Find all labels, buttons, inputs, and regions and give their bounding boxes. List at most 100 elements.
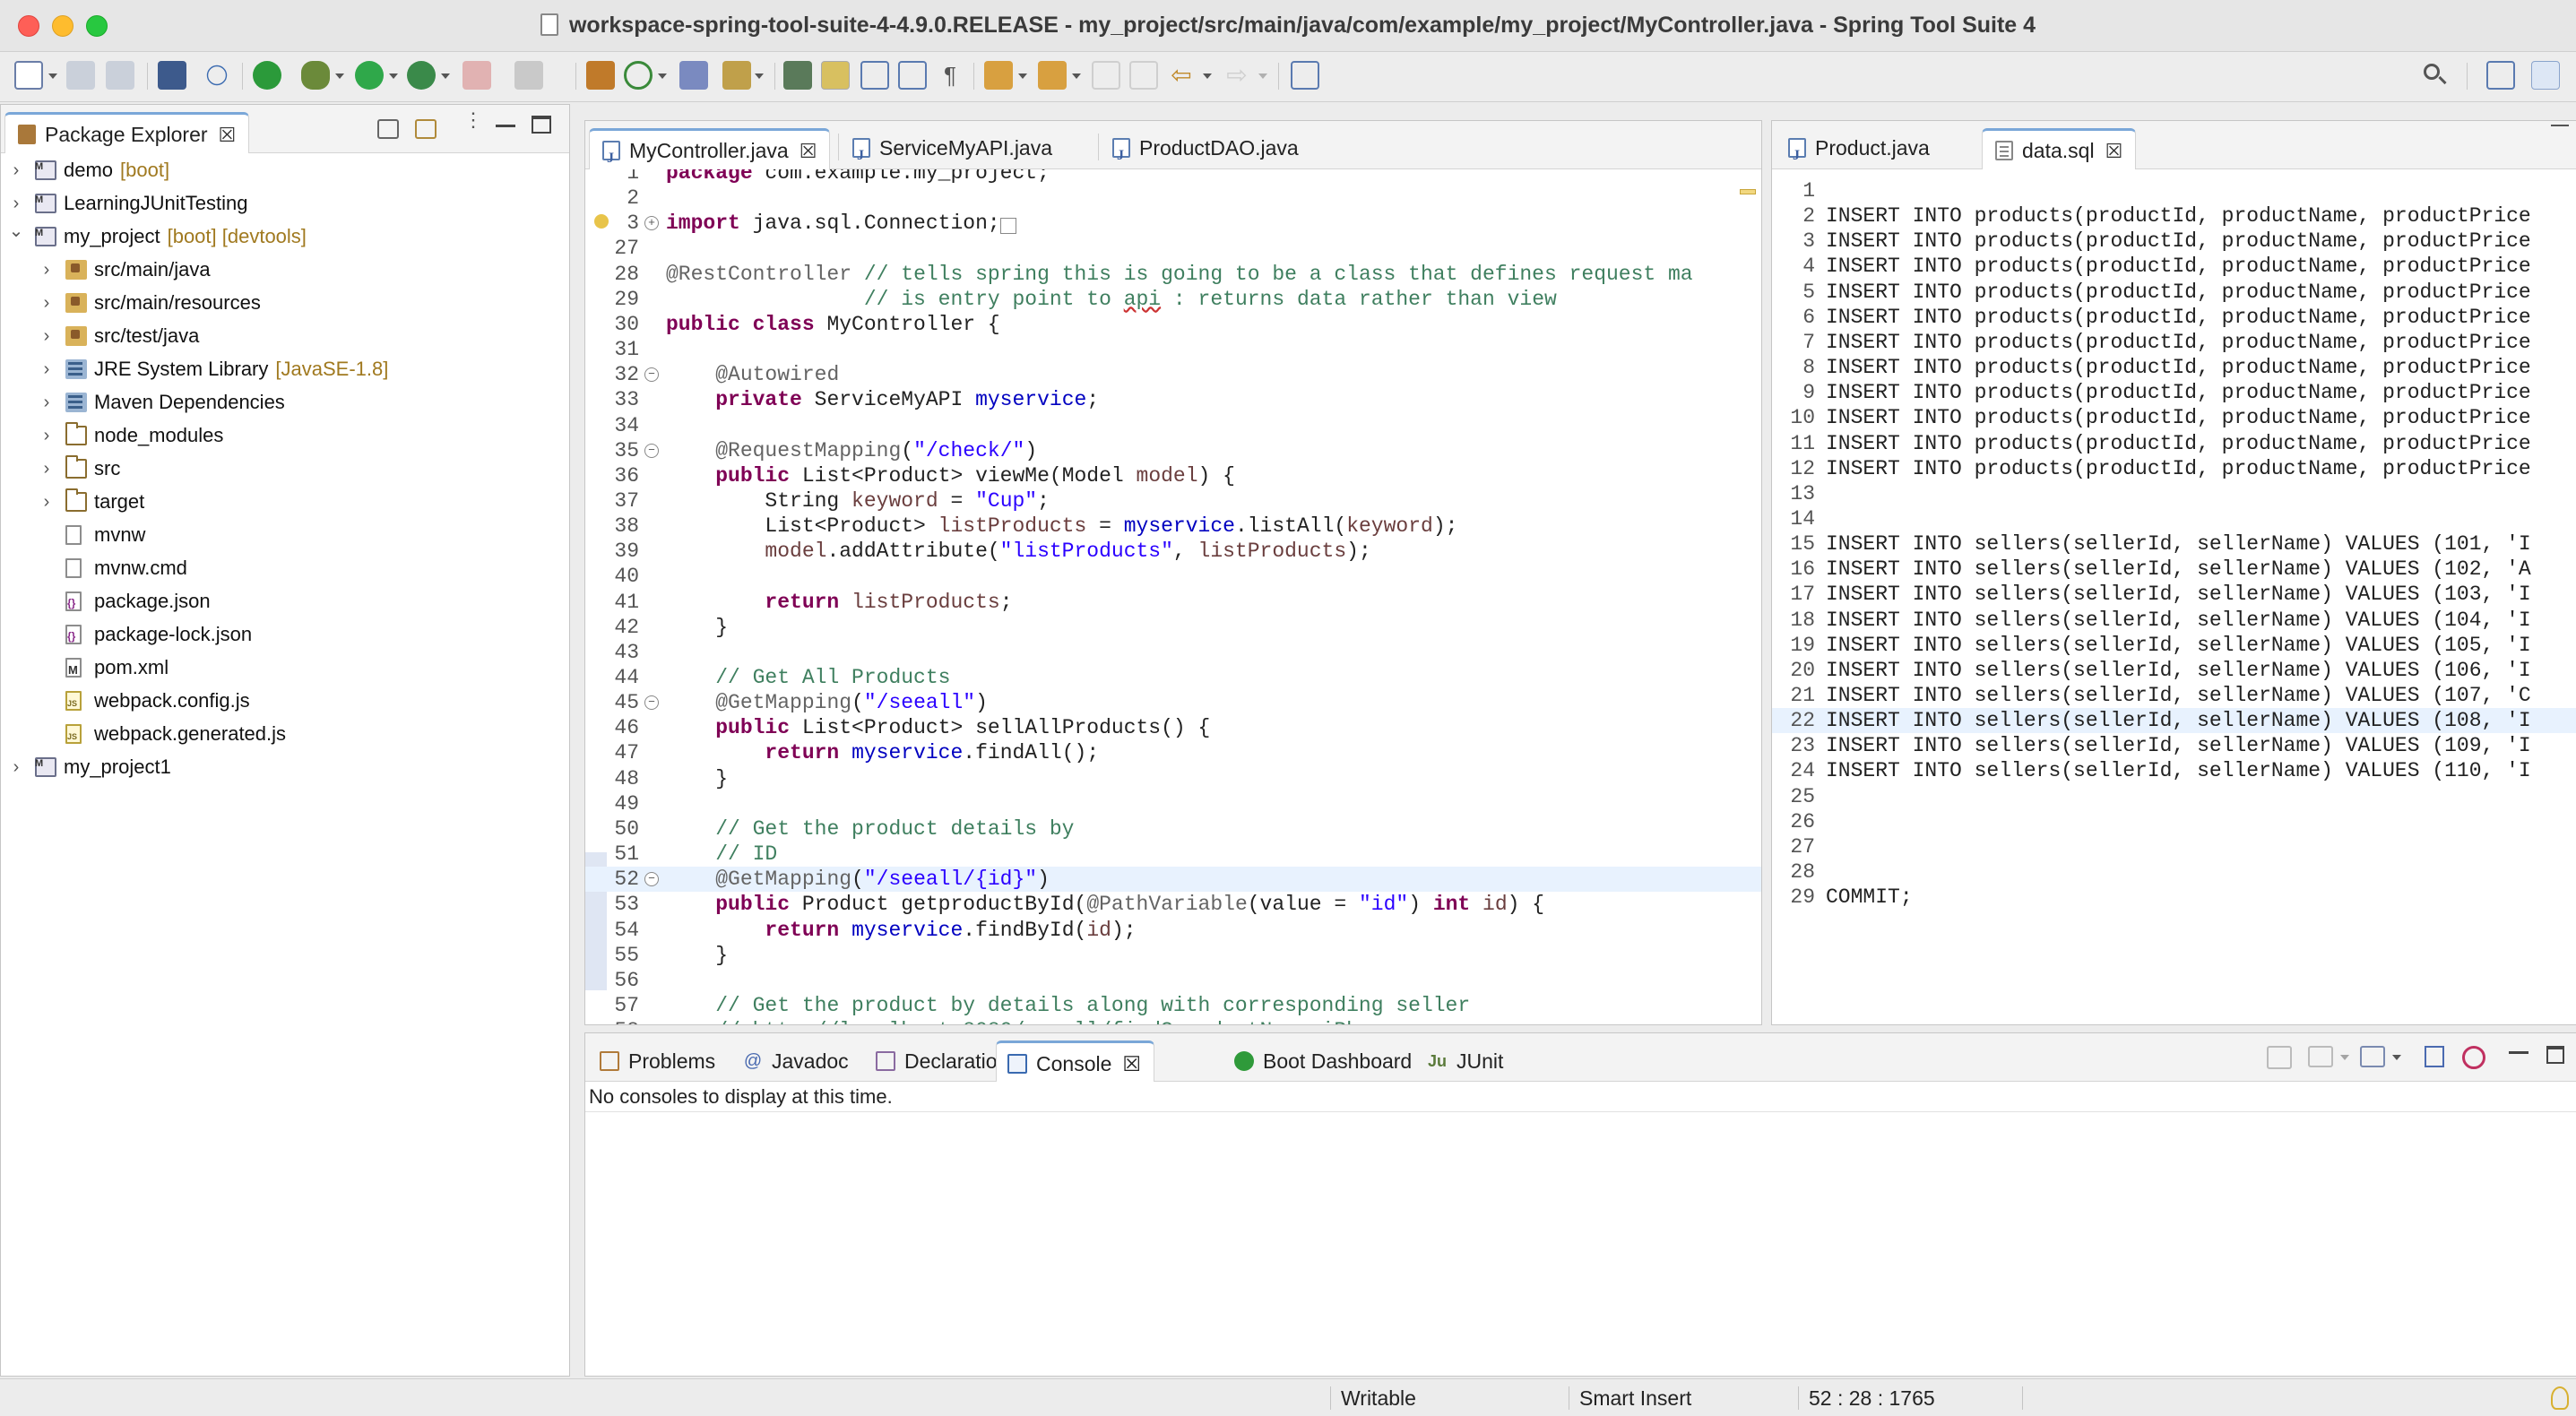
- link-with-editor-icon[interactable]: [415, 119, 437, 139]
- skip-breakpoints-icon[interactable]: [206, 65, 228, 86]
- chevron-right-icon[interactable]: ›: [6, 752, 26, 782]
- sql-editor-minimize-icon[interactable]: [2551, 125, 2569, 126]
- view-menu-icon[interactable]: ⋮: [463, 110, 483, 142]
- overview-ruler-marker[interactable]: [1740, 189, 1756, 194]
- chevron-right-icon[interactable]: ›: [6, 155, 26, 186]
- run-external-icon[interactable]: [407, 61, 436, 90]
- tree-item[interactable]: ⌄ my_project [boot] [devtools]: [6, 218, 569, 252]
- collapse-fold-icon[interactable]: −: [644, 695, 659, 711]
- show-whitespace-icon[interactable]: ¶: [936, 61, 964, 90]
- debug-icon[interactable]: [301, 61, 330, 90]
- maximize-view-icon[interactable]: [532, 116, 551, 134]
- next-annotation-icon[interactable]: [984, 61, 1013, 90]
- spring-console-icon[interactable]: [2462, 1046, 2485, 1069]
- forward-dropdown-arrow[interactable]: [1258, 73, 1267, 79]
- debug-dropdown-arrow[interactable]: [335, 73, 344, 79]
- disconnect-icon[interactable]: [514, 61, 543, 90]
- search-tool-dropdown-arrow[interactable]: [755, 73, 764, 79]
- new-icon[interactable]: [14, 61, 43, 90]
- collapse-fold-icon[interactable]: −: [644, 443, 659, 458]
- refresh-dropdown-arrow[interactable]: [658, 73, 667, 79]
- display-console-dropdown-arrow[interactable]: [2340, 1055, 2349, 1060]
- collapse-fold-icon[interactable]: −: [644, 367, 659, 383]
- last-edit-location-icon[interactable]: [1092, 61, 1120, 90]
- sql-code-area[interactable]: 1 2 INSERT INTO products(productId, produc…: [1772, 169, 2576, 1024]
- status-insert-mode[interactable]: Smart Insert: [1579, 1379, 1691, 1416]
- chevron-down-icon[interactable]: ⌄: [6, 216, 26, 246]
- spring-perspective-icon[interactable]: [2531, 61, 2560, 90]
- collapse-fold-icon[interactable]: −: [644, 872, 659, 887]
- tree-item[interactable]: › Maven Dependencies: [6, 387, 569, 418]
- previous-annotation-dropdown-arrow[interactable]: [1072, 73, 1081, 79]
- stop-icon[interactable]: [462, 61, 491, 90]
- boot-relaunch-icon[interactable]: [253, 61, 281, 90]
- open-type-icon[interactable]: [679, 61, 708, 90]
- tree-item[interactable]: pom.xml: [6, 652, 569, 686]
- tab-product-java[interactable]: Product.java: [1776, 128, 1942, 176]
- new-spring-starter-icon[interactable]: [586, 61, 615, 90]
- expand-fold-icon[interactable]: +: [644, 216, 659, 231]
- tree-item[interactable]: mvnw.cmd: [6, 553, 569, 583]
- tree-item[interactable]: package.json: [6, 586, 569, 618]
- tree-item[interactable]: webpack.config.js: [6, 686, 569, 719]
- tab-servicemyapi-java[interactable]: ServiceMyAPI.java: [840, 128, 1065, 176]
- back-icon[interactable]: ⇦: [1167, 61, 1196, 90]
- search-tool-icon[interactable]: [722, 61, 751, 90]
- bottom-minimize-icon[interactable]: [2509, 1051, 2528, 1054]
- highlight-occurrences-icon[interactable]: [821, 61, 850, 90]
- terminal-icon[interactable]: [158, 61, 186, 90]
- tab-package-explorer[interactable]: Package Explorer ☒: [4, 112, 250, 155]
- tree-item[interactable]: › demo [boot]: [6, 151, 569, 186]
- new-dropdown-arrow[interactable]: [48, 73, 57, 79]
- forward-edit-icon[interactable]: [1129, 61, 1158, 90]
- tree-item[interactable]: › my_project1: [6, 748, 569, 782]
- open-perspective-icon[interactable]: [2486, 61, 2515, 90]
- tree-item[interactable]: › node_modules: [6, 420, 569, 451]
- close-icon[interactable]: ☒: [1122, 1052, 1141, 1075]
- bottom-maximize-icon[interactable]: [2546, 1046, 2564, 1064]
- word-wrap-icon[interactable]: [898, 61, 927, 90]
- tab-productdao-java[interactable]: ProductDAO.java: [1100, 128, 1311, 176]
- run-icon[interactable]: [355, 61, 384, 90]
- console-pin-icon[interactable]: [2267, 1046, 2292, 1069]
- search-icon[interactable]: [2420, 61, 2449, 90]
- open-console-icon[interactable]: [2360, 1046, 2385, 1067]
- chevron-right-icon[interactable]: ›: [37, 321, 56, 351]
- tab-boot-dashboard[interactable]: Boot Dashboard: [1223, 1040, 1424, 1082]
- close-icon[interactable]: ☒: [219, 116, 237, 155]
- run-dropdown-arrow[interactable]: [389, 73, 398, 79]
- tab-mycontroller-java[interactable]: MyController.java ☒: [589, 128, 831, 178]
- chevron-right-icon[interactable]: ›: [37, 288, 56, 318]
- collapse-all-icon[interactable]: [377, 119, 399, 139]
- open-console-dropdown-arrow[interactable]: [2392, 1055, 2401, 1060]
- save-all-icon[interactable]: [106, 61, 134, 90]
- forward-icon[interactable]: ⇨: [1223, 61, 1251, 90]
- save-icon[interactable]: [66, 61, 95, 90]
- tab-data-sql[interactable]: data.sql ☒: [1982, 128, 2137, 171]
- refresh-icon[interactable]: [624, 61, 653, 90]
- pin-editor-icon[interactable]: [1291, 61, 1319, 90]
- next-annotation-dropdown-arrow[interactable]: [1018, 73, 1027, 79]
- tree-item[interactable]: › src/main/resources: [6, 288, 569, 318]
- minimize-view-icon[interactable]: [496, 125, 515, 127]
- tree-item[interactable]: mvnw: [6, 520, 569, 550]
- chevron-right-icon[interactable]: ›: [37, 354, 56, 384]
- tree-item[interactable]: › JRE System Library [JavaSE-1.8]: [6, 354, 569, 384]
- tab-javadoc[interactable]: @ Javadoc: [732, 1040, 861, 1082]
- tree-item[interactable]: package-lock.json: [6, 619, 569, 652]
- tab-problems[interactable]: Problems: [589, 1040, 728, 1082]
- close-icon[interactable]: ☒: [2105, 132, 2123, 171]
- tree-item[interactable]: › LearningJUnitTesting: [6, 185, 569, 219]
- previous-annotation-icon[interactable]: [1038, 61, 1067, 90]
- notification-bulb-icon[interactable]: [2551, 1386, 2569, 1410]
- close-icon[interactable]: ☒: [800, 132, 817, 171]
- chevron-right-icon[interactable]: ›: [37, 453, 56, 484]
- tab-junit[interactable]: Ju JUnit: [1417, 1040, 1516, 1082]
- java-code-area[interactable]: 1 package com.example.my_project; 2 3 + impor…: [585, 169, 1761, 1024]
- toggle-annotation-icon[interactable]: [783, 61, 812, 90]
- chevron-right-icon[interactable]: ›: [37, 420, 56, 451]
- block-selection-icon[interactable]: [860, 61, 889, 90]
- chevron-right-icon[interactable]: ›: [37, 487, 56, 517]
- tree-item[interactable]: › src: [6, 453, 569, 484]
- run-external-dropdown-arrow[interactable]: [441, 73, 450, 79]
